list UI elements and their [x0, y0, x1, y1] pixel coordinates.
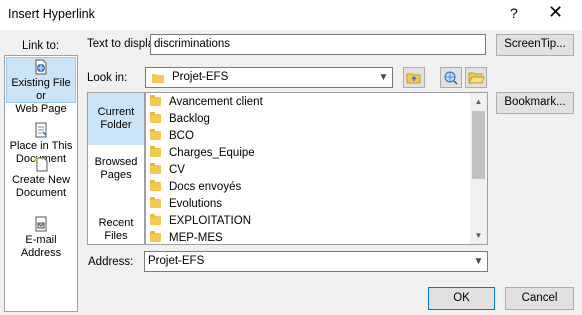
- browse-web-button[interactable]: [440, 67, 462, 88]
- link-existing-label-1: Existing File or: [11, 77, 71, 102]
- list-item[interactable]: BCO: [150, 128, 194, 145]
- folder-icon: [150, 180, 161, 191]
- file-list[interactable]: Avancement client Backlog BCO Charges_Eq…: [145, 92, 488, 245]
- chevron-down-icon[interactable]: ▼: [375, 68, 392, 87]
- list-item[interactable]: CV: [150, 162, 185, 179]
- folder-icon: [150, 231, 161, 242]
- link-create-new-document[interactable]: Create New Document: [6, 156, 76, 200]
- new-document-icon: [34, 156, 48, 172]
- web-page-icon: [35, 59, 47, 75]
- list-item[interactable]: MEP-MES: [150, 230, 223, 244]
- scroll-up-icon[interactable]: ▲: [470, 93, 487, 110]
- link-existing-label-2: Web Page: [15, 103, 67, 115]
- email-icon: [35, 216, 47, 232]
- link-to-pane: Existing File or Web Page Place in This …: [4, 55, 78, 312]
- file-name: Avancement client: [169, 96, 263, 108]
- browsed-pages-tab[interactable]: Browsed Pages: [88, 156, 144, 182]
- link-new-label-1: Create New: [11, 174, 71, 186]
- file-name: Evolutions: [169, 198, 223, 210]
- folder-icon: [150, 163, 161, 174]
- list-item[interactable]: EXPLOITATION: [150, 213, 251, 230]
- file-name: CV: [169, 164, 185, 176]
- link-email-label-1: E-mail Address: [20, 234, 62, 259]
- file-name: Backlog: [169, 113, 210, 125]
- file-name: EXPLOITATION: [169, 215, 252, 227]
- browse-source-pane: Current Folder Browsed Pages Recent File…: [87, 92, 145, 245]
- globe-search-icon: [444, 71, 458, 85]
- screentip-button[interactable]: ScreenTip...: [496, 34, 574, 56]
- help-button[interactable]: ?: [510, 5, 518, 21]
- link-existing-file-web-page[interactable]: Existing File or Web Page: [6, 57, 76, 115]
- folder-icon: [150, 214, 161, 225]
- file-name: Charges_Equipe: [169, 147, 255, 159]
- file-name: Docs envoyés: [169, 181, 242, 193]
- ok-button[interactable]: OK: [428, 287, 495, 310]
- current-folder-label-1: Current: [97, 106, 135, 118]
- folder-icon: [150, 146, 161, 157]
- browse-file-button[interactable]: [465, 67, 487, 88]
- scroll-thumb[interactable]: [472, 111, 485, 179]
- cancel-button[interactable]: Cancel: [505, 287, 574, 310]
- folder-icon: [150, 197, 161, 208]
- file-name: BCO: [169, 130, 194, 142]
- list-item[interactable]: Backlog: [150, 111, 210, 128]
- folder-up-icon: [406, 73, 421, 84]
- address-value: Projet-EFS: [148, 255, 205, 267]
- file-name: MEP-MES: [169, 232, 223, 244]
- list-item[interactable]: Docs envoyés: [150, 179, 241, 196]
- place-document-icon: [35, 122, 47, 138]
- scroll-down-icon[interactable]: ▼: [470, 227, 487, 244]
- folder-icon: [150, 129, 161, 140]
- list-item[interactable]: Avancement client: [150, 94, 263, 111]
- browsed-pages-label-1: Browsed: [94, 156, 138, 168]
- bookmark-button[interactable]: Bookmark...: [496, 92, 574, 114]
- list-item[interactable]: Evolutions: [150, 196, 222, 213]
- open-folder-icon: [468, 72, 485, 84]
- look-in-combo[interactable]: Projet-EFS ▼: [145, 67, 393, 88]
- look-in-label: Look in:: [87, 72, 128, 84]
- link-place-label-1: Place in This: [9, 140, 73, 152]
- folder-icon: [152, 74, 164, 83]
- link-to-label: Link to:: [22, 40, 60, 52]
- list-item[interactable]: Charges_Equipe: [150, 145, 255, 162]
- look-in-value: Projet-EFS: [172, 71, 229, 83]
- close-button[interactable]: ✕: [548, 2, 563, 23]
- current-folder-tab[interactable]: Current Folder: [88, 93, 144, 145]
- link-new-label-2: Document: [15, 187, 67, 199]
- recent-files-tab[interactable]: Recent Files: [88, 217, 144, 243]
- vertical-scrollbar[interactable]: ▲ ▼: [470, 93, 487, 244]
- current-folder-label-2: Folder: [100, 119, 132, 131]
- address-combo[interactable]: Projet-EFS ▼: [144, 251, 488, 272]
- dialog-title: Insert Hyperlink: [8, 7, 95, 21]
- folder-icon: [150, 112, 161, 123]
- browsed-pages-label-2: Pages: [100, 169, 132, 181]
- folder-icon: [150, 95, 161, 106]
- recent-files-label: Recent Files: [98, 217, 134, 242]
- address-label: Address:: [88, 256, 134, 268]
- text-to-display-input[interactable]: discriminations: [150, 34, 486, 55]
- chevron-down-icon[interactable]: ▼: [470, 252, 487, 271]
- link-email-address[interactable]: E-mail Address: [6, 216, 76, 260]
- up-one-folder-button[interactable]: [403, 67, 425, 88]
